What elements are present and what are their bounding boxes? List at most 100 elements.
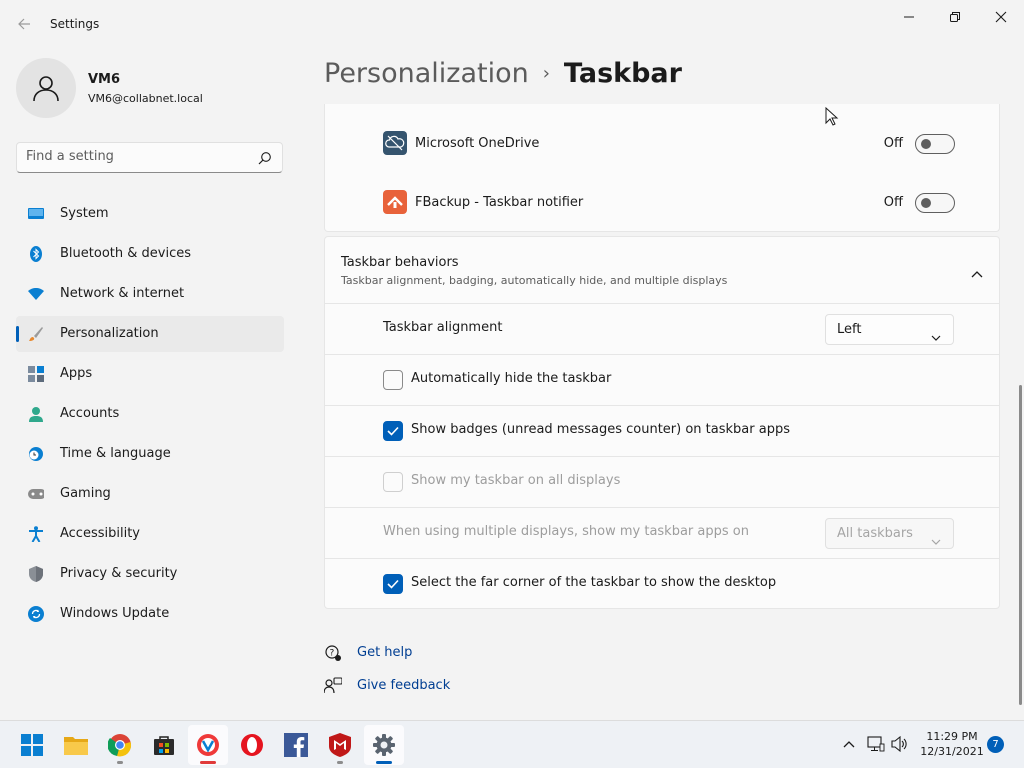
badges-checkbox[interactable] <box>383 421 403 441</box>
sidebar-item-label: Bluetooth & devices <box>60 246 191 261</box>
close-button[interactable] <box>978 4 1024 30</box>
far-corner-checkbox[interactable] <box>383 574 403 594</box>
get-help-link[interactable]: ? Get help <box>324 644 464 664</box>
sidebar-item-label: Privacy & security <box>60 566 178 581</box>
taskbar-mcafee[interactable] <box>320 725 360 765</box>
taskbar-opera[interactable] <box>232 725 272 765</box>
onedrive-toggle[interactable] <box>915 134 955 154</box>
setting-label: Taskbar alignment <box>383 320 503 335</box>
multi-display-dropdown: All taskbars <box>825 518 954 549</box>
taskbar-store[interactable] <box>144 725 184 765</box>
bluetooth-icon <box>28 246 44 262</box>
maximize-button[interactable] <box>932 4 978 30</box>
store-icon <box>154 736 174 755</box>
taskbar-clock[interactable]: 11:29 PM 12/31/2021 <box>920 729 984 759</box>
tray-app-row: FBackup - Taskbar notifier Off <box>325 173 999 231</box>
sidebar-item-personalization[interactable]: Personalization <box>16 316 284 352</box>
taskbar-alignment-dropdown[interactable]: Left <box>825 314 954 345</box>
section-subtitle: Taskbar alignment, badging, automaticall… <box>341 274 728 287</box>
user-name: VM6 <box>88 72 121 87</box>
taskbar-vivaldi[interactable] <box>188 725 228 765</box>
vivaldi-icon <box>197 734 219 756</box>
auto-hide-checkbox[interactable] <box>383 370 403 390</box>
apps-icon <box>28 366 44 382</box>
app-name: Microsoft OneDrive <box>415 136 540 151</box>
start-button[interactable] <box>12 725 52 765</box>
sidebar-item-label: Personalization <box>60 326 159 341</box>
sidebar-item-gaming[interactable]: Gaming <box>16 476 284 512</box>
taskbar-settings[interactable] <box>364 725 404 765</box>
sidebar-item-accessibility[interactable]: Accessibility <box>16 516 284 552</box>
sidebar-item-label: Network & internet <box>60 286 185 301</box>
windows-taskbar: 11:29 PM 12/31/2021 7 <box>0 720 1024 768</box>
taskbar-behaviors-header[interactable]: Taskbar behaviors Taskbar alignment, bad… <box>325 237 999 304</box>
sidebar-item-accounts[interactable]: Accounts <box>16 396 284 432</box>
show-hidden-icons-chevron[interactable] <box>840 735 858 753</box>
toggle-state-label: Off <box>883 136 903 151</box>
update-icon <box>28 606 44 622</box>
search-input[interactable] <box>26 149 246 164</box>
running-indicator <box>200 761 216 764</box>
mcafee-icon <box>329 733 351 757</box>
svg-text:?: ? <box>330 649 335 659</box>
setting-label: Select the far corner of the taskbar to … <box>411 575 777 590</box>
page-title: Taskbar <box>563 58 682 89</box>
fbackup-toggle[interactable] <box>915 193 955 213</box>
dropdown-value: All taskbars <box>837 526 913 541</box>
fbackup-icon <box>383 190 407 214</box>
all-displays-checkbox <box>383 472 403 492</box>
feedback-icon <box>323 677 343 695</box>
taskbar-alignment-row: Taskbar alignment Left <box>325 304 999 355</box>
vertical-scrollbar[interactable] <box>1019 385 1022 705</box>
system-icon <box>28 206 44 222</box>
checkmark-icon <box>387 579 399 589</box>
setting-label: Show my taskbar on all displays <box>411 473 621 488</box>
minimize-button[interactable] <box>886 4 932 30</box>
clock-time: 11:29 PM <box>926 730 978 743</box>
user-email: VM6@collabnet.local <box>88 92 203 105</box>
taskbar-chrome[interactable] <box>100 725 140 765</box>
breadcrumb: Personalization › Taskbar <box>324 58 682 89</box>
toggle-state-label: Off <box>883 195 903 210</box>
setting-label: When using multiple displays, show my ta… <box>383 524 749 539</box>
sidebar-item-windows-update[interactable]: Windows Update <box>16 596 284 632</box>
search-box[interactable] <box>16 142 283 173</box>
taskbar-behaviors-panel: Taskbar behaviors Taskbar alignment, bad… <box>324 236 1000 609</box>
network-icon[interactable] <box>867 735 885 753</box>
sidebar-item-bluetooth[interactable]: Bluetooth & devices <box>16 236 284 272</box>
taskbar-facebook[interactable] <box>276 725 316 765</box>
sidebar-item-label: Windows Update <box>60 606 170 621</box>
search-icon[interactable] <box>258 150 272 169</box>
back-button[interactable] <box>12 12 36 36</box>
clock-globe-icon <box>28 446 44 462</box>
sidebar-item-system[interactable]: System <box>16 196 284 232</box>
volume-icon[interactable] <box>891 735 909 753</box>
brush-icon <box>28 326 44 342</box>
sidebar-item-label: Gaming <box>60 486 111 501</box>
breadcrumb-parent[interactable]: Personalization <box>324 58 529 89</box>
section-title: Taskbar behaviors <box>341 255 459 270</box>
back-arrow-icon <box>18 18 30 30</box>
checkmark-icon <box>387 426 399 436</box>
maximize-icon <box>950 12 960 22</box>
sidebar-item-time-language[interactable]: Time & language <box>16 436 284 472</box>
notification-count-badge[interactable]: 7 <box>987 736 1004 753</box>
clock-date: 12/31/2021 <box>920 745 984 758</box>
opera-icon <box>241 734 263 756</box>
sidebar-item-apps[interactable]: Apps <box>16 356 284 392</box>
running-indicator <box>337 761 343 764</box>
onedrive-icon <box>383 131 407 155</box>
chrome-icon <box>108 734 132 757</box>
title-bar: Settings <box>0 0 1024 48</box>
sidebar-item-label: System <box>60 206 109 221</box>
start-icon <box>21 734 43 756</box>
toggle-knob <box>921 198 931 208</box>
sidebar-item-label: Accounts <box>60 406 120 421</box>
chevron-up-icon[interactable] <box>971 263 983 282</box>
give-feedback-link[interactable]: Give feedback <box>323 677 464 697</box>
tray-apps-panel: Microsoft OneDrive Off FBackup - Taskbar… <box>324 104 1000 232</box>
user-icon <box>33 76 59 102</box>
sidebar-item-privacy[interactable]: Privacy & security <box>16 556 284 592</box>
taskbar-file-explorer[interactable] <box>56 725 96 765</box>
sidebar-item-network[interactable]: Network & internet <box>16 276 284 312</box>
